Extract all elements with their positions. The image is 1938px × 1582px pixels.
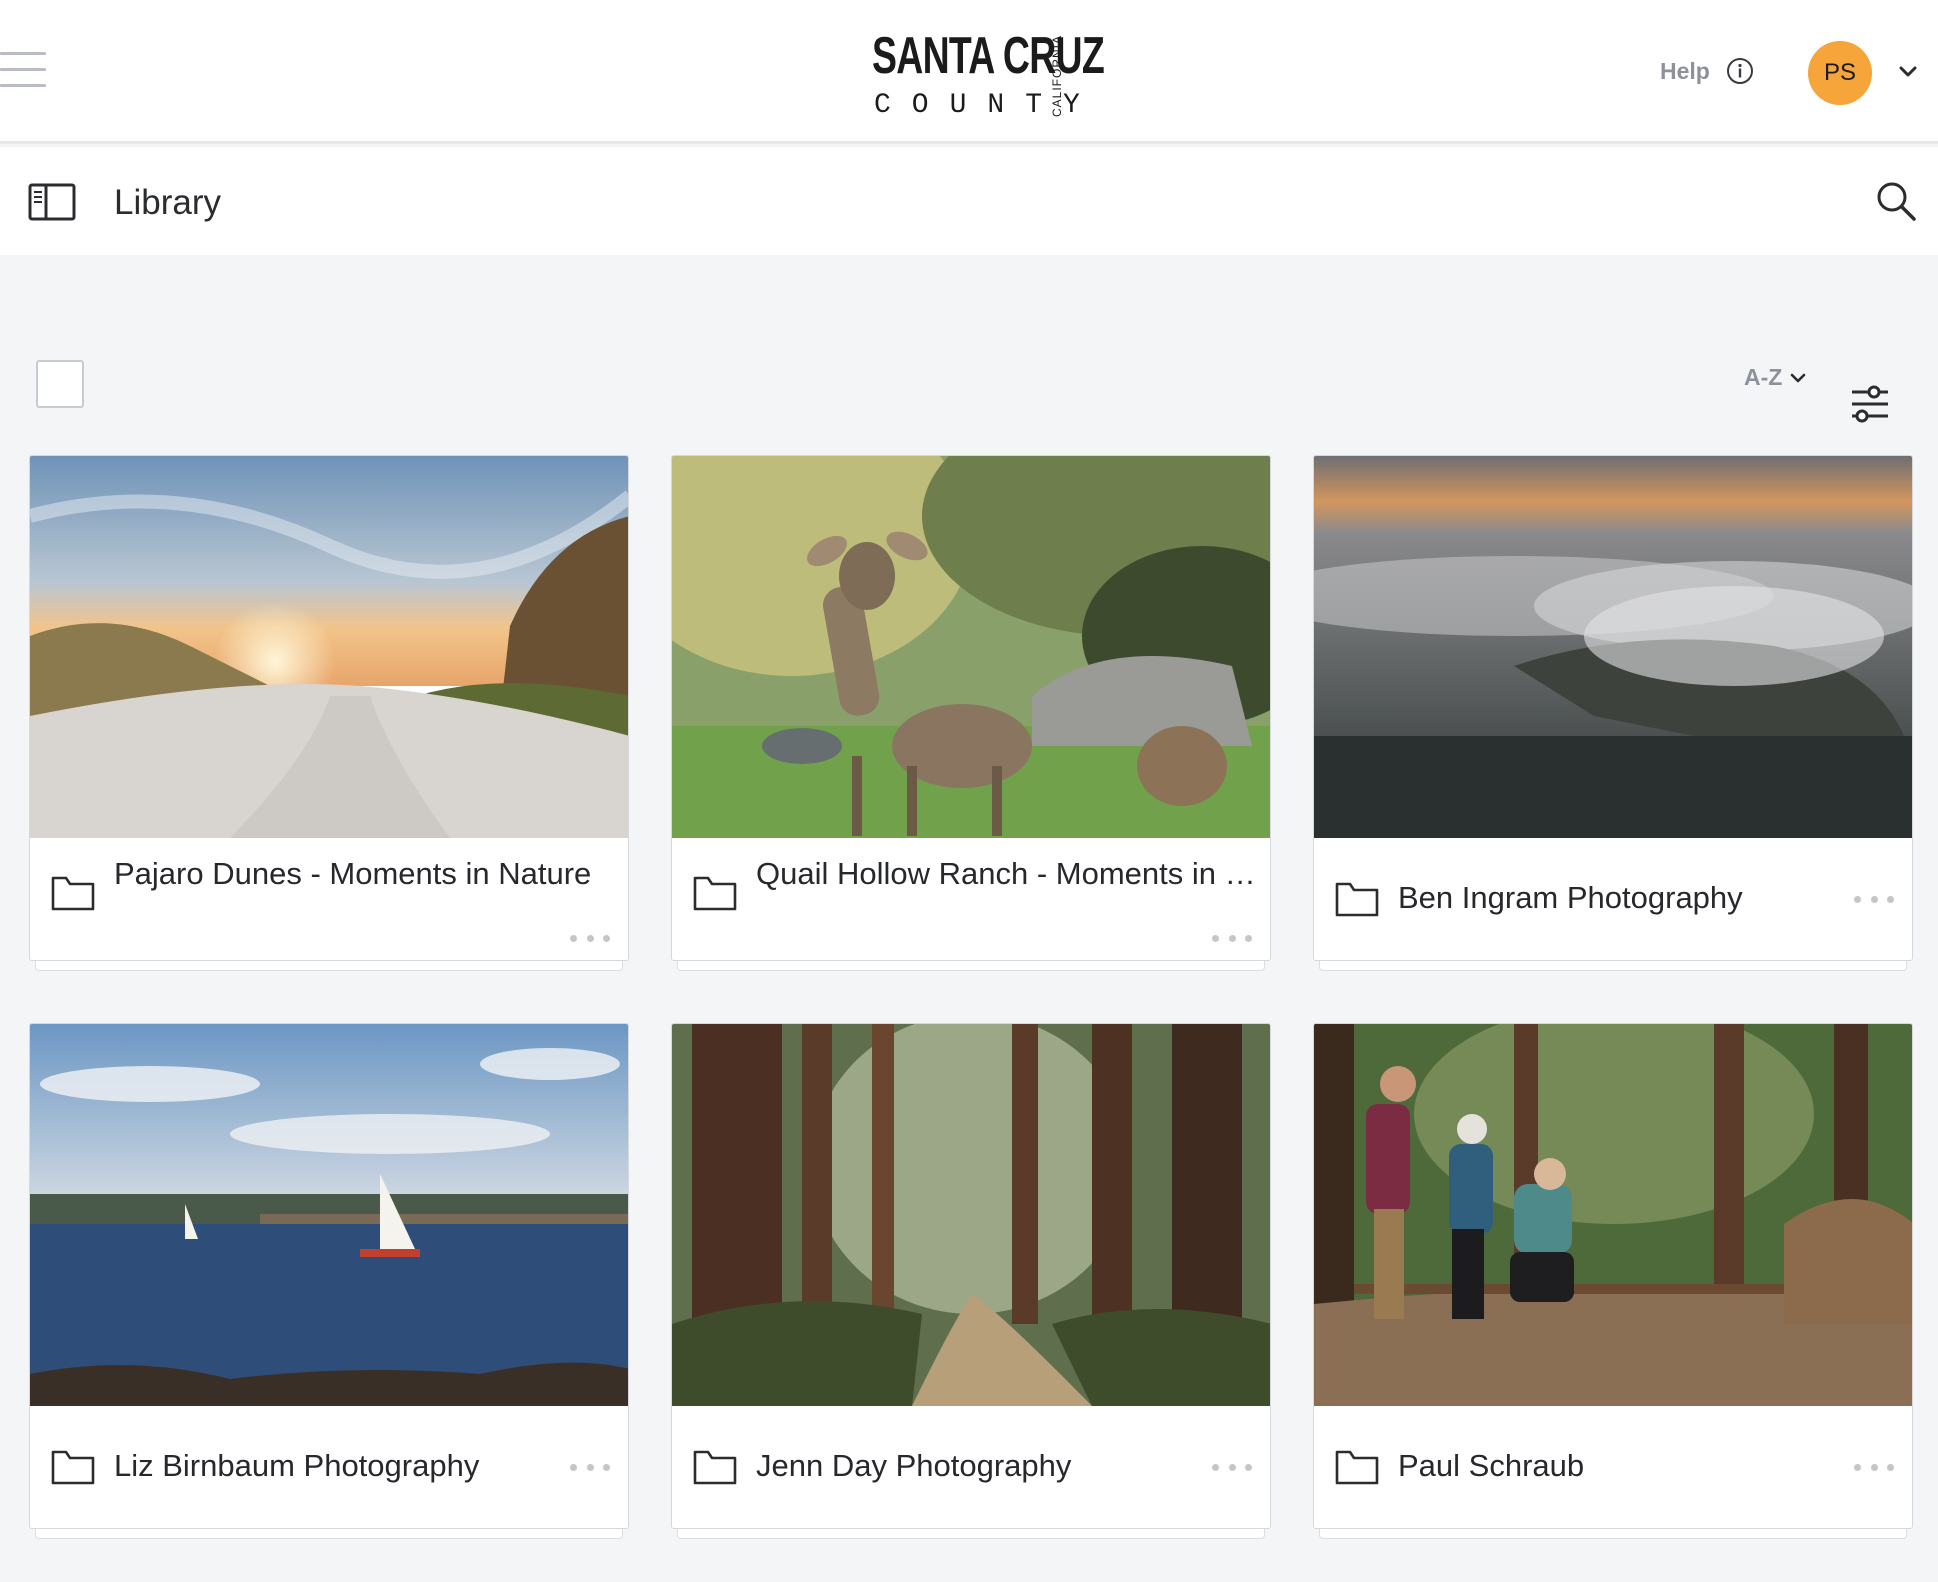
more-options-icon[interactable] — [570, 932, 610, 944]
folder-icon — [51, 876, 95, 911]
chevron-down-icon — [1791, 373, 1806, 382]
folder-thumbnail-redwoods[interactable] — [672, 1024, 1270, 1406]
folder-icon — [51, 1450, 95, 1485]
folder-thumbnail-fog[interactable] — [1314, 456, 1912, 838]
folder-card[interactable]: Ben Ingram Photography — [1313, 455, 1913, 971]
santa-cruz-county-logo[interactable]: SANTA CRUZ COUNTY CALIFORNIA — [862, 28, 1105, 122]
user-avatar[interactable]: PS — [1808, 41, 1872, 105]
folder-icon — [1335, 1450, 1379, 1485]
folder-card[interactable]: Paul Schraub — [1313, 1023, 1913, 1539]
folder-icon — [1335, 882, 1379, 917]
folder-card[interactable]: Liz Birnbaum Photography — [29, 1023, 629, 1539]
folder-title: Paul Schraub — [1398, 1448, 1585, 1483]
help-label: Help — [1660, 57, 1710, 84]
folder-card[interactable]: Quail Hollow Ranch - Moments in Nature — [671, 455, 1271, 971]
folder-title: Liz Birnbaum Photography — [114, 1448, 480, 1483]
hamburger-menu-icon[interactable] — [0, 52, 46, 88]
folder-title: Ben Ingram Photography — [1398, 880, 1743, 915]
logo-line-1: SANTA CRUZ — [872, 27, 1105, 85]
sidebar-toggle-icon[interactable] — [28, 183, 76, 221]
library-toolbar: Library — [0, 147, 1938, 255]
folder-title: Quail Hollow Ranch - Moments in Nature — [756, 856, 1264, 891]
logo-state: CALIFORNIA — [1050, 34, 1064, 118]
folder-title: Jenn Day Photography — [756, 1448, 1072, 1483]
info-icon — [1726, 58, 1753, 84]
more-options-icon[interactable] — [1212, 932, 1252, 944]
page-title: Library — [114, 183, 221, 222]
help-button[interactable]: Help — [1660, 56, 1754, 86]
filter-sliders-icon[interactable] — [1848, 380, 1892, 424]
folder-thumbnail-people[interactable] — [1314, 1024, 1912, 1406]
folder-icon — [693, 876, 737, 911]
more-options-icon[interactable] — [1854, 1461, 1894, 1473]
folder-card[interactable]: Pajaro Dunes - Moments in Nature — [29, 455, 629, 971]
more-options-icon[interactable] — [1854, 893, 1894, 905]
sort-dropdown[interactable]: A-Z — [1744, 364, 1806, 391]
search-icon[interactable] — [1874, 179, 1918, 223]
folder-title: Pajaro Dunes - Moments in Nature — [114, 856, 592, 891]
folder-thumbnail-deer[interactable] — [672, 456, 1270, 838]
logo-line-2: COUNTY — [874, 90, 1101, 121]
folder-card[interactable]: Jenn Day Photography — [671, 1023, 1271, 1539]
folder-icon — [693, 1450, 737, 1485]
more-options-icon[interactable] — [1212, 1461, 1252, 1473]
select-all-checkbox[interactable] — [36, 360, 84, 408]
sort-label: A-Z — [1744, 364, 1783, 390]
folder-thumbnail-harbor[interactable] — [30, 1024, 628, 1406]
folder-thumbnail-dunes[interactable] — [30, 456, 628, 838]
more-options-icon[interactable] — [570, 1461, 610, 1473]
top-header: SANTA CRUZ COUNTY CALIFORNIA Help PS — [0, 0, 1938, 144]
chevron-down-icon[interactable] — [1898, 62, 1918, 82]
